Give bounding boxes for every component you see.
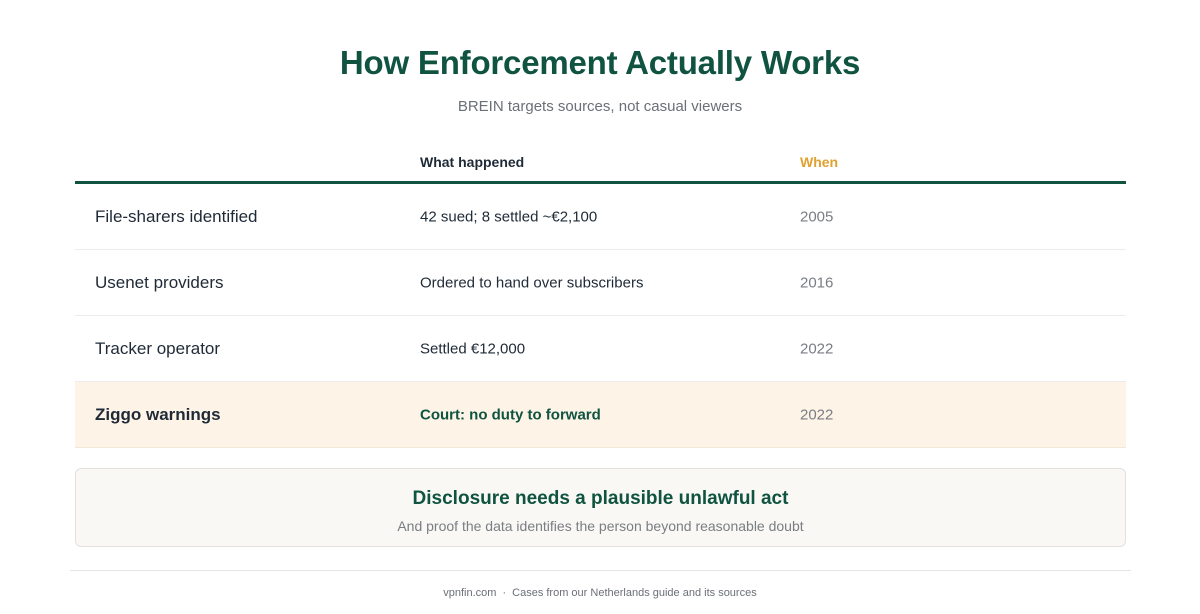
footer-separator: · xyxy=(502,587,507,599)
table-row: Tracker operator Settled €12,000 2022 xyxy=(75,316,1126,382)
footer-note: Cases from our Netherlands guide and its… xyxy=(512,587,757,599)
page-subtitle: BREIN targets sources, not casual viewer… xyxy=(457,98,743,115)
row-what-happened: Ordered to hand over subscribers xyxy=(420,274,644,291)
table-row-highlighted: Ziggo warnings Court: no duty to forward… xyxy=(75,382,1126,448)
row-when: 2005 xyxy=(800,208,834,225)
column-header-when: When xyxy=(800,154,839,170)
callout-title: Disclosure needs a plausible unlawful ac… xyxy=(412,488,789,509)
row-what-happened: Settled €12,000 xyxy=(420,340,526,357)
footer: vpnfin.com · Cases from our Netherlands gu… xyxy=(0,587,1200,599)
table-row: Usenet providers Ordered to hand over su… xyxy=(75,250,1126,316)
row-subject: File-sharers identified xyxy=(95,206,258,226)
page-title: How Enforcement Actually Works xyxy=(339,44,861,81)
callout-subtitle: And proof the data identifies the person… xyxy=(397,518,804,534)
row-when: 2016 xyxy=(800,274,834,291)
row-when: 2022 xyxy=(800,340,834,357)
footer-divider xyxy=(70,570,1131,571)
row-subject: Tracker operator xyxy=(95,338,221,358)
row-when: 2022 xyxy=(800,406,834,423)
column-header-what-happened: What happened xyxy=(420,154,525,170)
row-subject: Usenet providers xyxy=(95,272,224,292)
enforcement-table: What happened When File-sharers identifi… xyxy=(75,146,1126,448)
table-header: What happened When xyxy=(75,146,1126,184)
table-row: File-sharers identified 42 sued; 8 settl… xyxy=(75,184,1126,250)
row-what-happened: Court: no duty to forward xyxy=(420,406,601,423)
footer-site: vpnfin.com xyxy=(443,587,497,599)
row-subject: Ziggo warnings xyxy=(95,404,221,424)
row-what-happened: 42 sued; 8 settled ~€2,100 xyxy=(420,208,598,225)
key-takeaway-callout: Disclosure needs a plausible unlawful ac… xyxy=(75,468,1126,547)
